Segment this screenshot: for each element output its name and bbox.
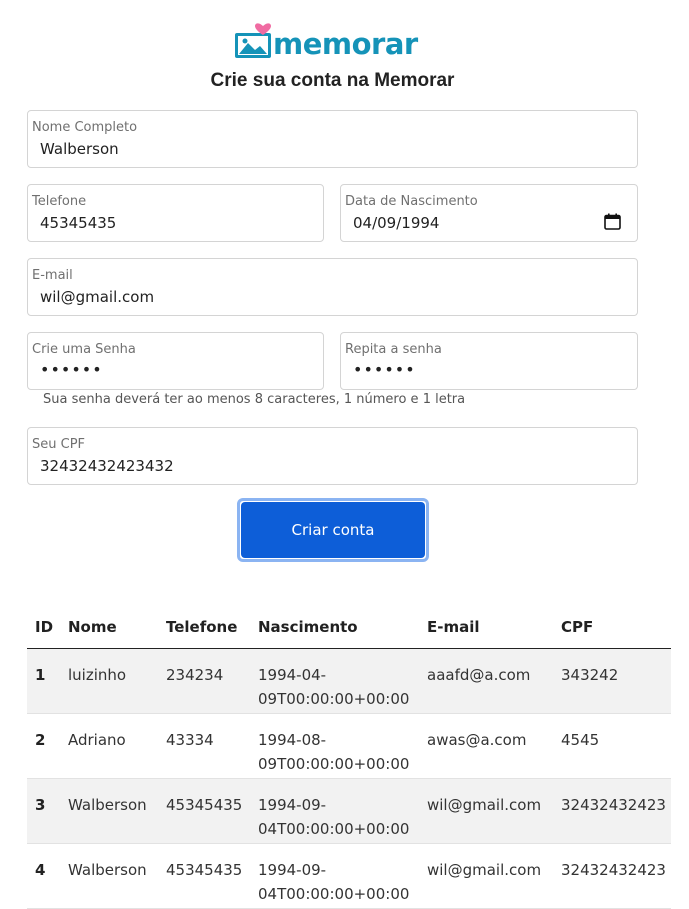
full-name-value[interactable]: Walberson (40, 140, 119, 158)
cell-nascimento: 1994-09- 04T00:00:00+00:00 (250, 843, 419, 909)
password-field[interactable]: Crie uma Senha •••••• (27, 332, 324, 390)
column-header-email: E-mail (419, 606, 553, 649)
calendar-icon[interactable] (604, 213, 621, 230)
create-account-label: Criar conta (241, 502, 425, 558)
cell-telefone: 234234 (158, 648, 250, 714)
cell-nascimento: 1994-08- 09T00:00:00+00:00 (250, 713, 419, 779)
nascimento-time: 04T00:00:00+00:00 (258, 884, 410, 903)
nascimento-time: 09T00:00:00+00:00 (258, 689, 410, 708)
phone-label: Telefone (32, 194, 87, 209)
password-label: Crie uma Senha (32, 342, 136, 357)
cell-nome: Walberson (60, 843, 158, 909)
full-name-field[interactable]: Nome Completo Walberson (27, 110, 638, 168)
nascimento-date: 1994-09- (258, 860, 327, 879)
column-header-cpf: CPF (553, 606, 671, 649)
cell-telefone: 45345435 (158, 778, 250, 844)
confirm-password-label: Repita a senha (345, 342, 442, 357)
column-header-telefone: Telefone (158, 606, 250, 649)
cell-cpf: 32432432423 (553, 843, 671, 909)
photo-heart-icon (235, 23, 271, 58)
cell-id: 1 (27, 648, 60, 714)
nascimento-time: 09T00:00:00+00:00 (258, 754, 410, 773)
cpf-value[interactable]: 32432432423432 (40, 457, 174, 475)
confirm-password-field[interactable]: Repita a senha •••••• (340, 332, 638, 390)
memorar-logo: memorar (234, 22, 434, 62)
users-table: ID Nome Telefone Nascimento E-mail CPF 1… (27, 606, 671, 909)
nascimento-date: 1994-04- (258, 665, 327, 684)
cell-email: wil@gmail.com (419, 778, 553, 844)
cell-nome: luizinho (60, 648, 158, 714)
cell-telefone: 43334 (158, 713, 250, 779)
nascimento-date: 1994-08- (258, 730, 327, 749)
cpf-label: Seu CPF (32, 437, 86, 452)
column-header-nascimento: Nascimento (250, 606, 419, 649)
cell-telefone: 45345435 (158, 843, 250, 909)
cell-id: 2 (27, 713, 60, 779)
phone-value[interactable]: 45345435 (40, 214, 116, 232)
full-name-label: Nome Completo (32, 120, 138, 135)
password-hint: Sua senha deverá ter ao menos 8 caracter… (43, 392, 466, 407)
table-row: 1 luizinho 234234 1994-04- 09T00:00:00+00… (27, 648, 671, 714)
cell-email: wil@gmail.com (419, 843, 553, 909)
cell-nascimento: 1994-09- 04T00:00:00+00:00 (250, 778, 419, 844)
page-title: Crie sua conta na Memorar (210, 70, 455, 91)
cell-email: awas@a.com (419, 713, 553, 779)
cell-nome: Adriano (60, 713, 158, 779)
table-row: 3 Walberson 45345435 1994-09- 04T00:00:00… (27, 778, 671, 844)
cell-nascimento: 1994-04- 09T00:00:00+00:00 (250, 648, 419, 714)
cell-id: 4 (27, 843, 60, 909)
cell-id: 3 (27, 778, 60, 844)
email-field[interactable]: E-mail wil@gmail.com (27, 258, 638, 316)
table-header-row: ID Nome Telefone Nascimento E-mail CPF (27, 606, 671, 649)
phone-field[interactable]: Telefone 45345435 (27, 184, 324, 242)
cell-cpf: 343242 (553, 648, 671, 714)
column-header-nome: Nome (60, 606, 158, 649)
create-account-button[interactable]: Criar conta (237, 498, 429, 562)
cpf-field[interactable]: Seu CPF 32432432423432 (27, 427, 638, 485)
brand-name: memorar (273, 27, 418, 61)
cell-email: aaafd@a.com (419, 648, 553, 714)
cell-cpf: 32432432423 (553, 778, 671, 844)
birthdate-field[interactable]: Data de Nascimento 04/09/1994 (340, 184, 638, 242)
birthdate-value[interactable]: 04/09/1994 (353, 214, 439, 232)
email-label: E-mail (32, 268, 73, 283)
email-value[interactable]: wil@gmail.com (40, 288, 154, 306)
password-value[interactable]: •••••• (40, 360, 103, 379)
table-row: 4 Walberson 45345435 1994-09- 04T00:00:00… (27, 843, 671, 909)
table-row: 2 Adriano 43334 1994-08- 09T00:00:00+00:0… (27, 713, 671, 779)
column-header-id: ID (27, 606, 60, 649)
nascimento-date: 1994-09- (258, 795, 327, 814)
nascimento-time: 04T00:00:00+00:00 (258, 819, 410, 838)
cell-nome: Walberson (60, 778, 158, 844)
cell-cpf: 4545 (553, 713, 671, 779)
birthdate-label: Data de Nascimento (345, 194, 478, 209)
confirm-password-value[interactable]: •••••• (353, 360, 416, 379)
